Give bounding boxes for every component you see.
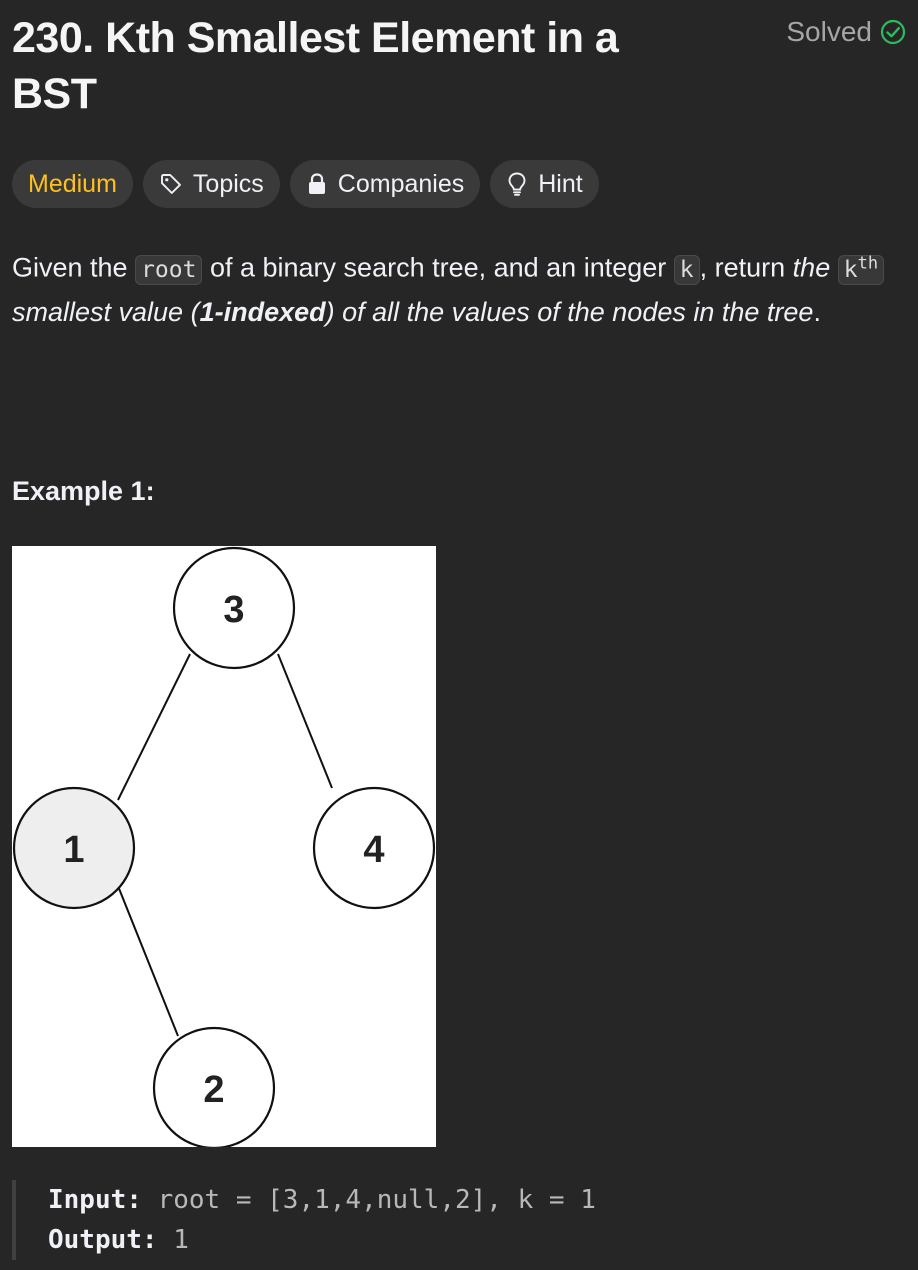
lock-icon [306,172,328,196]
problem-title: 230. Kth Smallest Element in a BST [12,14,619,118]
difficulty-badge: Medium [12,160,133,208]
tree-node-label: 2 [203,1069,224,1111]
example-io-block: Input: root = [3,1,4,null,2], k = 1 Outpu… [12,1180,596,1260]
example-tree-diagram: 3 1 4 2 [12,546,436,1147]
tree-node-label: 4 [363,829,384,871]
code-kth-base: k [843,256,858,283]
description-text: . [813,296,821,327]
tree-node-label: 1 [63,829,84,871]
example-title: Example 1: [12,476,155,506]
tree-edge [117,885,179,1037]
input-value: root = [3,1,4,null,2], k = 1 [141,1185,596,1215]
input-label: Input: [48,1185,142,1215]
description-text: Given the [12,252,136,283]
code-kth-superscript: th [857,253,879,273]
tree-edge [117,653,191,801]
problem-tags: Medium Topics Companies Hint [12,160,599,208]
code-k: k [673,254,700,285]
lightbulb-icon [506,171,528,197]
problem-description: Given the root of a binary search tree, … [12,242,902,333]
tree-edge [277,653,333,789]
description-emphasis: the [792,252,831,283]
companies-button[interactable]: Companies [289,160,481,208]
solved-label: Solved [786,16,872,47]
difficulty-label: Medium [28,169,117,198]
description-emphasis: smallest value ( [12,296,200,327]
description-emphasis: ) of all the values of the nodes in the … [325,296,814,327]
description-text: of a binary search tree, and an integer [202,252,674,283]
output-value: 1 [157,1225,189,1255]
hint-label: Hint [538,169,583,198]
companies-label: Companies [337,169,465,198]
code-root: root [135,254,203,285]
solved-status: Solved [786,16,906,48]
description-text: , return [699,252,793,283]
description-strong: 1-indexed [199,296,326,327]
topics-label: Topics [192,169,264,198]
tag-icon [159,172,183,196]
example-input-line: Input: root = [3,1,4,null,2], k = 1 [48,1180,596,1220]
example-output-line: Output: 1 [48,1220,596,1260]
problem-header: 230. Kth Smallest Element in a BST Solve… [12,10,906,122]
topics-button[interactable]: Topics [142,160,280,208]
hint-button[interactable]: Hint [490,160,599,208]
tree-node-label: 3 [223,589,244,631]
output-label: Output: [48,1225,158,1255]
code-kth: kth [837,253,885,285]
check-circle-icon [880,19,906,45]
